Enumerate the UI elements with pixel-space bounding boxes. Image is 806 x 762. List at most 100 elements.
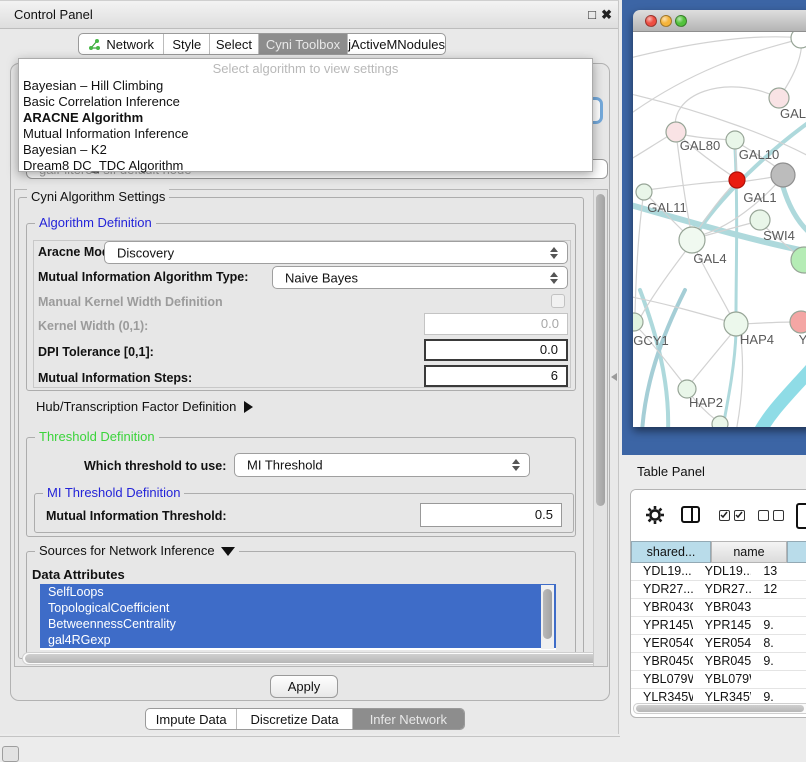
stepper-arrows-icon [550, 247, 558, 259]
table-cell: 9. [751, 617, 806, 634]
tab-cyni-toolbox[interactable]: Cyni Toolbox [259, 34, 348, 54]
table-row[interactable]: YBR043CYBR043C [631, 599, 806, 617]
checked-box-icon[interactable] [719, 510, 730, 521]
network-node[interactable] [771, 163, 795, 187]
table-column-header[interactable]: name [711, 541, 787, 563]
table-panel-title: Table Panel [637, 464, 705, 479]
dropdown-item[interactable]: Bayesian – Hill Climbing [19, 78, 592, 94]
algorithm-dropdown-list: Bayesian – Hill ClimbingBasic Correlatio… [19, 78, 592, 174]
network-node[interactable] [729, 172, 745, 188]
data-attributes-list[interactable]: SelfLoopsTopologicalCoefficientBetweenne… [40, 584, 556, 650]
network-window[interactable]: GALGAL80GAL10GAL1GAL11SWI4GAL4GCY1HAP4YH… [633, 10, 806, 427]
columns-icon[interactable] [681, 506, 700, 523]
kernel-width-field[interactable]: 0.0 [424, 313, 568, 335]
network-node-label: GCY1 [633, 333, 668, 348]
float-window-icon[interactable]: □ [588, 7, 596, 22]
which-threshold-combobox[interactable]: MI Threshold [234, 453, 530, 477]
tab-jactivemnodules[interactable]: jActiveMNodules [348, 34, 445, 54]
unchecked-box-icon[interactable] [758, 510, 769, 521]
minimize-traffic-light-icon[interactable] [660, 15, 672, 27]
table-horizontal-scrollbar[interactable] [633, 703, 806, 714]
table-cell: 9. [751, 653, 806, 670]
gear-icon[interactable] [645, 505, 665, 525]
table-row[interactable]: YBL079WYBL079W [631, 671, 806, 689]
unchecked-box-icon[interactable] [773, 510, 784, 521]
manual-kernel-width-checkbox[interactable] [551, 294, 565, 308]
network-edge[interactable] [722, 332, 736, 427]
network-node[interactable] [712, 416, 728, 427]
zoom-traffic-light-icon[interactable] [675, 15, 687, 27]
table-cell: YER054C [693, 635, 752, 652]
network-node[interactable] [790, 311, 806, 333]
splitter-collapse-icon[interactable] [611, 373, 617, 381]
attribute-list-item[interactable]: TopologicalCoefficient [40, 600, 556, 616]
collapsed-panel-button[interactable] [2, 746, 19, 762]
tab-label: Discretize Data [250, 712, 338, 727]
tab-select[interactable]: Select [210, 34, 259, 54]
network-node[interactable] [769, 88, 789, 108]
network-edge[interactable] [646, 181, 733, 190]
dropdown-item[interactable]: ARACNE Algorithm [19, 110, 592, 126]
network-node-label: GAL80 [680, 138, 720, 153]
table-row[interactable]: YDL19...YDL19...13 [631, 563, 806, 581]
sources-title[interactable]: Sources for Network Inference [35, 543, 239, 558]
attribute-list-item[interactable]: SelfLoops [40, 584, 556, 600]
mi-steps-field[interactable]: 6 [424, 365, 568, 387]
close-window-icon[interactable]: ✖ [601, 7, 612, 23]
tab-label: Select [216, 37, 252, 52]
table-function-icon[interactable] [796, 503, 806, 529]
checked-box-icon[interactable] [734, 510, 745, 521]
settings-vertical-scrollbar[interactable] [593, 190, 607, 666]
attr-list-scrollbar[interactable] [541, 585, 554, 649]
table-row[interactable]: YPR145WYPR145W9. [631, 617, 806, 635]
table-row[interactable]: YER054CYER054C8. [631, 635, 806, 653]
network-edge[interactable] [690, 332, 733, 384]
network-edge[interactable] [633, 135, 670, 162]
dropdown-item[interactable]: Bayesian – K2 [19, 142, 592, 158]
table-row[interactable]: YBR045CYBR045C9. [631, 653, 806, 671]
network-node[interactable] [679, 227, 705, 253]
control-panel-titlebar[interactable]: Control Panel □ ✖ [0, 1, 618, 29]
table-cell: 12 [751, 581, 806, 598]
table-cell: YDL19... [631, 563, 693, 580]
tab-impute-data[interactable]: Impute Data [146, 709, 237, 729]
table-column-header[interactable]: A [787, 541, 806, 563]
dropdown-item[interactable]: Basic Correlation Inference [19, 94, 592, 110]
network-edge[interactable] [758, 368, 806, 427]
network-view-canvas[interactable]: GALGAL80GAL10GAL1GAL11SWI4GAL4GCY1HAP4YH… [633, 32, 806, 427]
network-edge[interactable] [743, 322, 794, 324]
tab-style[interactable]: Style [164, 34, 210, 54]
control-panel-title: Control Panel [14, 7, 93, 22]
hub-definition-toggle[interactable]: Hub/Transcription Factor Definition [36, 399, 253, 414]
network-window-titlebar[interactable] [633, 10, 806, 32]
mi-threshold-field[interactable]: 0.5 [420, 503, 562, 527]
close-traffic-light-icon[interactable] [645, 15, 657, 27]
screenshot-root: Control Panel □ ✖ Network Style Select Cyni… [0, 0, 806, 762]
table-row[interactable]: YLR345WYLR345W9. [631, 689, 806, 703]
threshold-definition-title: Threshold Definition [35, 429, 159, 444]
network-node[interactable] [750, 210, 770, 230]
network-edge[interactable] [675, 87, 779, 131]
dropdown-item[interactable]: Dream8 DC_TDC Algorithm [19, 158, 592, 174]
network-node[interactable] [791, 32, 806, 48]
tab-infer-network[interactable]: Infer Network [353, 709, 464, 729]
mi-algorithm-type-combobox[interactable]: Naive Bayes [272, 266, 568, 289]
tab-discretize-data[interactable]: Discretize Data [237, 709, 352, 729]
dropdown-item[interactable]: Mutual Information Inference [19, 126, 592, 142]
table-cell [751, 599, 806, 616]
tab-network[interactable]: Network [79, 34, 164, 54]
aracne-mode-combobox[interactable]: Discovery [104, 241, 568, 264]
settings-horizontal-scrollbar[interactable] [22, 652, 600, 665]
attribute-list-item[interactable]: gal4RGexp [40, 632, 556, 648]
table-row[interactable]: YDR27...YDR27...12 [631, 581, 806, 599]
network-node[interactable] [636, 184, 652, 200]
apply-button[interactable]: Apply [270, 675, 338, 698]
tab-label: Network [106, 37, 154, 52]
network-edge[interactable] [633, 37, 801, 60]
dpi-tolerance-field[interactable]: 0.0 [424, 339, 568, 361]
bottom-tabbar: Impute Data Discretize Data Infer Network [145, 708, 465, 730]
which-threshold-label: Which threshold to use: [84, 459, 226, 473]
attribute-list-item[interactable]: BetweennessCentrality [40, 616, 556, 632]
table-cell: YBR045C [631, 653, 693, 670]
table-column-header[interactable]: shared... [631, 541, 711, 563]
